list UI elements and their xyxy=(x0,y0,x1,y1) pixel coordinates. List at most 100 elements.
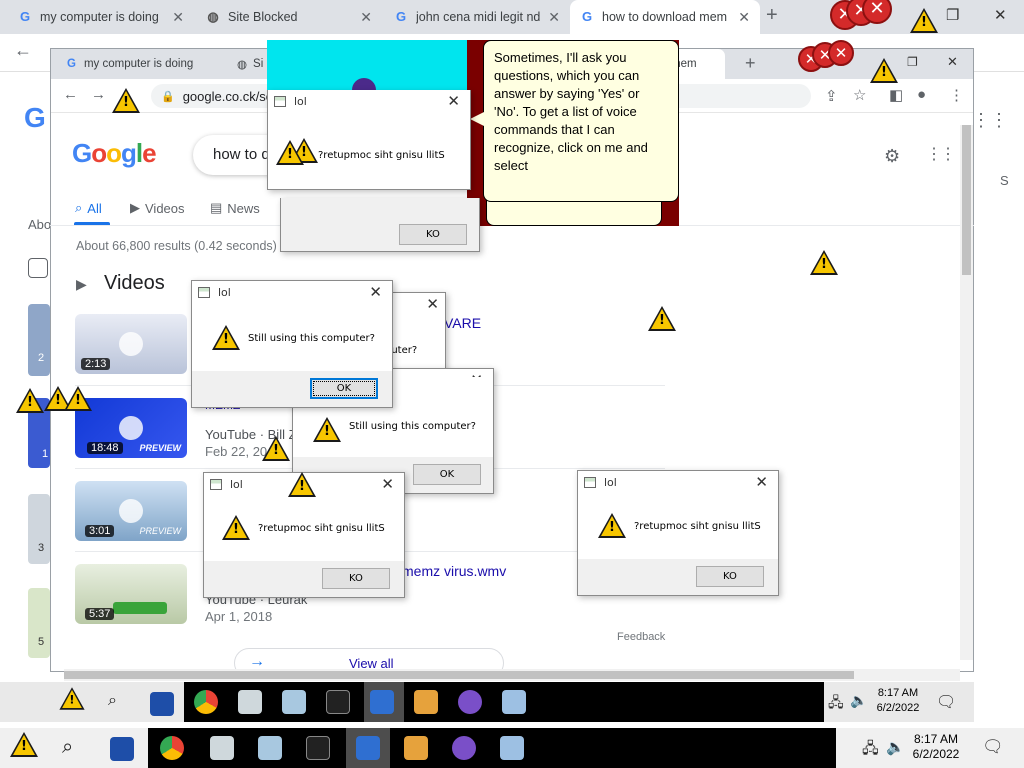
lock-icon: 🔒 xyxy=(161,90,175,103)
volume-icon[interactable]: 🔈 xyxy=(850,692,867,709)
forward-arrow-icon[interactable]: → xyxy=(91,86,106,103)
app-icon[interactable] xyxy=(210,736,234,760)
bonzi-icon[interactable] xyxy=(458,690,482,714)
close-icon[interactable]: ✕ xyxy=(360,9,372,26)
outer-tab-3[interactable]: G john cena midi legit nd ✕ xyxy=(384,0,570,34)
search-icon[interactable]: ⌕ xyxy=(62,736,73,759)
warning-icon xyxy=(16,388,44,413)
folder-icon[interactable] xyxy=(110,737,134,761)
feedback-link[interactable]: Feedback xyxy=(617,631,665,643)
notification-icon[interactable]: 🗨 xyxy=(982,737,1004,757)
close-icon[interactable]: ✕ xyxy=(381,475,394,493)
inner-tab-2[interactable]: ◍ Si xyxy=(227,49,267,79)
bonzi-icon[interactable] xyxy=(452,736,476,760)
app-icon[interactable] xyxy=(258,736,282,760)
cmd-icon[interactable] xyxy=(306,736,330,760)
scrollbar-thumb[interactable] xyxy=(64,671,854,679)
tab-title: Si xyxy=(253,58,264,70)
outer-tab-4[interactable]: G how to download mem ✕ xyxy=(570,0,760,34)
close-icon[interactable]: ✕ xyxy=(426,295,439,313)
message-dialog: lol ✕ Still using this computer? OK xyxy=(191,280,393,408)
star-icon[interactable]: ☆ xyxy=(853,86,866,104)
close-icon[interactable]: ✕ xyxy=(369,283,382,301)
chrome-icon[interactable] xyxy=(160,736,184,760)
google-logo[interactable]: Google xyxy=(72,138,157,169)
horizontal-scrollbar[interactable] xyxy=(64,669,960,681)
tab-news[interactable]: ▤ News xyxy=(210,200,260,216)
tab-title: my computer is doing xyxy=(40,10,159,24)
close-icon[interactable]: ✕ xyxy=(548,9,560,26)
taskbar-clock[interactable]: 8:17 AM 6/2/2022 xyxy=(904,732,968,762)
close-icon[interactable]: ✕ xyxy=(172,9,184,26)
video-thumbnail[interactable]: 3:01 PREVIEW xyxy=(75,481,187,541)
outer-thumb-fragment: 3 xyxy=(28,494,50,564)
handshake-icon[interactable] xyxy=(404,736,428,760)
app-icon[interactable] xyxy=(500,736,524,760)
inner-taskbar: ⌕ 🖧 🔈 8:17 AM6/2/2022 🗨 xyxy=(0,682,974,722)
warning-icon xyxy=(810,250,838,275)
app-icon[interactable] xyxy=(238,690,262,714)
tab-title: my computer is doing xyxy=(83,58,194,70)
restore-icon[interactable]: ❐ xyxy=(946,6,959,24)
balloon-trail xyxy=(486,200,662,226)
app-icon[interactable] xyxy=(356,736,380,760)
notification-icon[interactable]: 🗨 xyxy=(936,692,956,712)
taskbar-clock[interactable]: 8:17 AM 6/2/2022 xyxy=(868,686,928,716)
ko-button[interactable]: KO xyxy=(399,224,467,245)
close-window-icon[interactable]: ✕ xyxy=(994,6,1007,24)
network-icon[interactable]: 🖧 xyxy=(862,738,879,763)
close-window-icon[interactable]: ✕ xyxy=(947,54,958,70)
app-window-icon xyxy=(274,95,286,107)
video-link[interactable]: VARE xyxy=(444,315,481,331)
profile-icon[interactable]: ● xyxy=(917,86,926,103)
cmd-icon[interactable] xyxy=(326,690,350,714)
new-tab-button[interactable]: + xyxy=(745,53,756,74)
outer-tab-1[interactable]: G my computer is doing ✕ xyxy=(8,0,194,34)
warning-icon xyxy=(910,8,938,33)
volume-icon[interactable]: 🔈 xyxy=(886,738,905,756)
side-panel-icon[interactable]: ◧ xyxy=(889,86,903,104)
share-icon[interactable]: ⇪ xyxy=(825,87,838,105)
video-link[interactable]: memz virus.wmv xyxy=(402,563,506,579)
tab-videos[interactable]: ▶ Videos xyxy=(130,200,185,216)
menu-icon[interactable]: ⋮ xyxy=(949,86,964,104)
ok-button[interactable]: OK xyxy=(310,378,378,399)
video-duration: 18:48 xyxy=(87,442,123,454)
inner-tab-1[interactable]: G my computer is doing xyxy=(57,49,223,79)
search-icon[interactable]: ⌕ xyxy=(108,692,117,710)
play-icon xyxy=(119,332,143,356)
video-thumbnail[interactable]: 2:13 xyxy=(75,314,187,374)
globe-icon: ◍ xyxy=(207,9,219,24)
outer-apps-icon[interactable]: ⋮⋮ xyxy=(972,110,1008,130)
video-thumbnail[interactable]: 5:37 xyxy=(75,564,187,624)
close-icon[interactable]: ✕ xyxy=(755,473,768,491)
close-icon[interactable]: ✕ xyxy=(447,92,460,110)
scrollbar-thumb[interactable] xyxy=(962,125,971,275)
app-icon[interactable] xyxy=(282,690,306,714)
warning-icon xyxy=(212,325,240,350)
outer-tab-2[interactable]: ◍ Site Blocked ✕ xyxy=(196,0,382,34)
gear-icon[interactable]: ⚙ xyxy=(884,146,900,167)
chrome-icon[interactable] xyxy=(194,690,218,714)
folder-icon[interactable] xyxy=(150,692,174,716)
warning-icon xyxy=(64,386,92,411)
warning-icon xyxy=(10,732,38,757)
tab-all[interactable]: ⌕ All xyxy=(75,200,102,216)
ko-button[interactable]: KO xyxy=(696,566,764,587)
back-arrow-icon[interactable]: ← xyxy=(14,40,32,61)
video-date: Feb 22, 20 xyxy=(205,444,268,459)
app-icon[interactable] xyxy=(370,690,394,714)
back-arrow-icon[interactable]: ← xyxy=(63,86,78,103)
app-icon[interactable] xyxy=(502,690,526,714)
new-tab-button[interactable]: + xyxy=(766,4,778,27)
speech-balloon[interactable]: Sometimes, I'll ask you questions, which… xyxy=(483,40,679,202)
balloon-tail xyxy=(470,112,484,126)
ok-button[interactable]: OK xyxy=(413,464,481,485)
handshake-icon[interactable] xyxy=(414,690,438,714)
close-icon[interactable]: ✕ xyxy=(738,9,750,26)
vertical-scrollbar[interactable] xyxy=(960,125,973,660)
restore-icon[interactable]: ❐ xyxy=(907,55,918,69)
dialog-message: ?retupmoc siht gnisu llitS xyxy=(258,523,385,534)
network-icon[interactable]: 🖧 xyxy=(828,692,844,716)
ko-button[interactable]: KO xyxy=(322,568,390,589)
